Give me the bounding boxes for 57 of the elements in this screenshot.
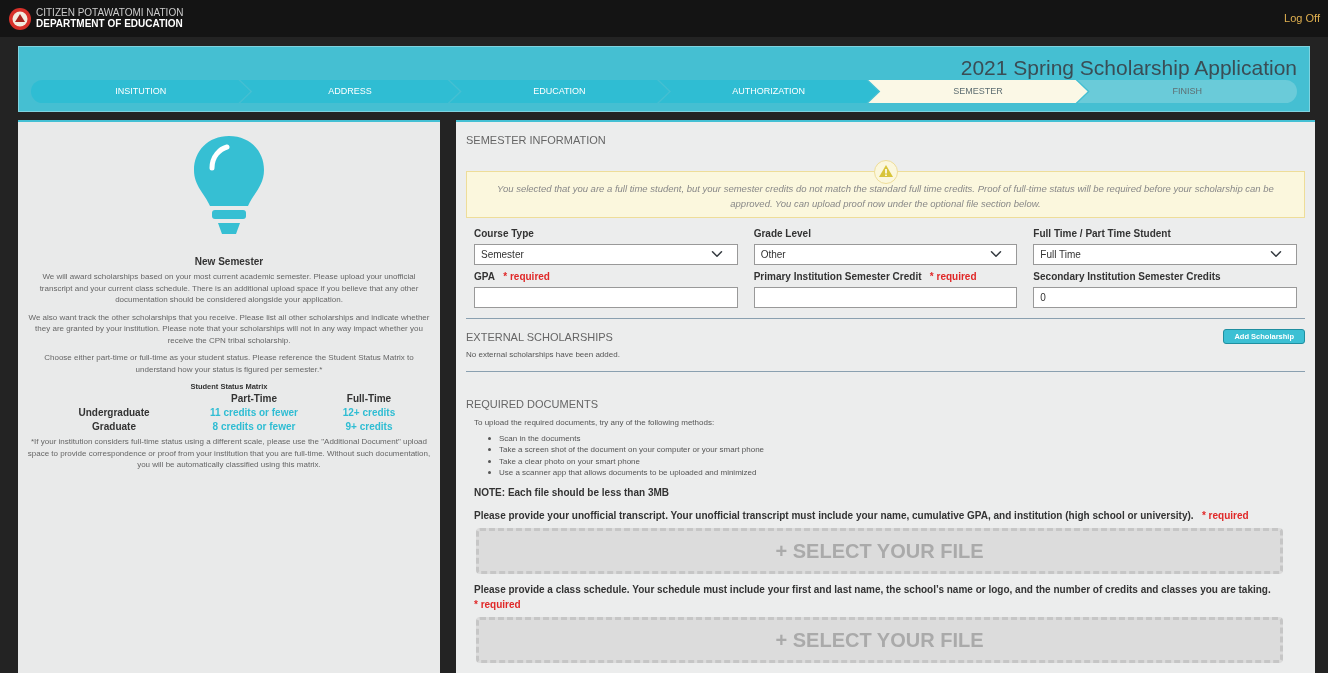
instruction-text: Please provide your unofficial transcript. Your unofficial transcript must include your name, cumulative GPA, and institution (high school or university). — [474, 509, 1194, 521]
required-marker: * required — [1201, 509, 1249, 521]
bullet-icon — [488, 459, 491, 463]
warning-text: You selected that you are a full time student, but your semester credits do not match the standard full time credits. Proof of full-time status will be required before your scholarship can be approved. You can upload proof now under the optional file section below. — [497, 182, 1274, 209]
row-label: Undergraduate — [77, 406, 151, 421]
panel-title: New Semester — [193, 255, 265, 269]
paragraph-text: We also want track the other scholarships that you receive. Please list all other scholarships and indicate whether they are granted by your institution. Please note that your scholarships will not in any way impact whether you receive the CPN tribal scholarship. — [27, 311, 431, 346]
step-tab[interactable]: INSITUTION — [31, 80, 251, 103]
org-name: CITIZEN POTAWATOMI NATION — [36, 8, 184, 18]
intro-text: To upload the required documents, try any of the following methods: — [473, 416, 716, 429]
section-heading: EXTERNAL SCHOLARSHIPS — [466, 329, 613, 345]
field-label: GPA — [474, 270, 495, 282]
list-item: Take a clear photo on your smart phone — [499, 455, 640, 467]
matrix-cell-text: 8 credits or fewer — [211, 420, 297, 435]
field-label: Secondary Institution Semester Credits — [1033, 270, 1221, 282]
footnote-text: *If your institution considers full-time status using a different scale, please use the "Additional Document" upload space to provide correspondence or proof from your institution that you are full-time. Without such documentation, you will be automatically classified using this matrix. — [26, 436, 432, 471]
bullet-icon — [488, 436, 491, 440]
list-item: Scan in the documents — [499, 432, 581, 444]
log-off-link[interactable]: Log Off — [1284, 10, 1320, 27]
row-label: Graduate — [91, 420, 137, 435]
bullet-icon — [488, 471, 491, 475]
matrix-cell-text: 11 credits or fewer — [209, 406, 299, 421]
step-tab[interactable]: AUTHORIZATION — [659, 80, 879, 103]
field-label: Grade Level — [753, 227, 811, 239]
required-marker: * required — [929, 270, 977, 282]
dropdown[interactable]: Semester — [474, 243, 738, 265]
application-title: 2021 Spring Scholarship Application — [959, 55, 1297, 80]
bullet-icon — [488, 448, 491, 452]
paragraph-text: We will award scholarships based on your most current academic semester. Please upload your unofficial transcript and your current class schedule. There is an additional upload space if you believe that any other documentation should be considered alongside your application. — [38, 271, 420, 306]
paragraph-text: Choose either part-time or full-time as your student status. Please reference the Student Status Matrix to understand how your status is figured per semester.* — [43, 352, 415, 375]
required-marker: * required — [503, 270, 550, 282]
step-tab[interactable]: EDUCATION — [449, 80, 669, 103]
dropdown[interactable]: Full Time — [1033, 243, 1297, 265]
field-label: Primary Institution Semester Credit — [753, 270, 922, 282]
field-label: Full Time / Part Time Student — [1033, 227, 1171, 239]
list-item: Use a scanner app that allows documents to be uploaded and minimized — [499, 467, 757, 479]
section-heading: SEMESTER INFORMATION — [466, 133, 607, 148]
column-header: Full-Time — [345, 392, 393, 407]
department-name: DEPARTMENT OF EDUCATION — [36, 18, 184, 29]
section-heading: REQUIRED DOCUMENTS — [466, 397, 599, 412]
input-field[interactable] — [753, 286, 1018, 308]
note-text: NOTE: Each file should be less than 3MB — [474, 485, 671, 500]
instruction-text: Please provide a class schedule. Your schedule must include your first and last name, the school’s name or logo, and the number of credits and classes you are taking. — [474, 583, 1271, 595]
required-marker: * required — [474, 598, 521, 610]
logo-icon — [8, 6, 32, 31]
empty-message: No external scholarships have been added. — [466, 349, 621, 361]
input-field[interactable]: 0 — [1033, 286, 1297, 308]
input-field[interactable] — [474, 286, 738, 308]
column-header: Part-Time — [230, 392, 278, 407]
step-tab[interactable]: FINISH — [1077, 80, 1297, 103]
matrix-cell-text: 9+ credits — [344, 420, 394, 435]
field-label: Course Type — [474, 227, 534, 239]
list-item: Take a screen shot of the document on your computer or your smart phone — [499, 444, 765, 456]
step-tab[interactable]: SEMESTER — [868, 80, 1088, 103]
matrix-cell-text: 12+ credits — [341, 406, 397, 421]
dropdown[interactable]: Other — [753, 243, 1018, 265]
step-tab[interactable]: ADDRESS — [240, 80, 460, 103]
